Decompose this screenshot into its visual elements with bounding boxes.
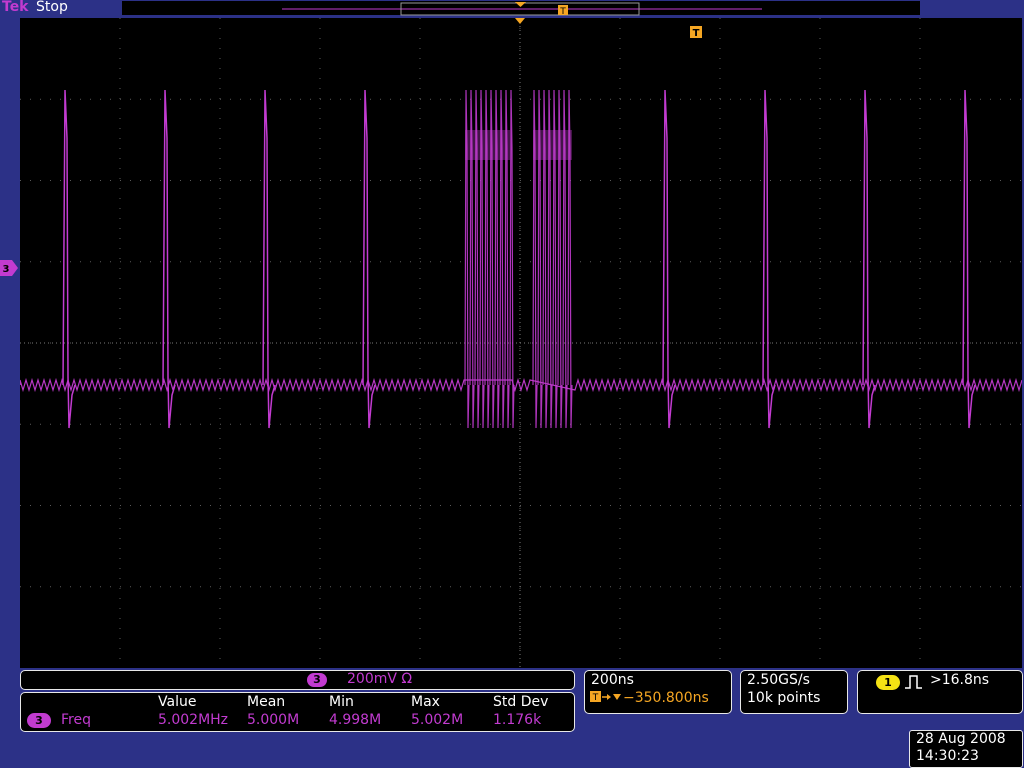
trigger-delay-icon: T <box>590 691 621 703</box>
trigger-delay-readout: T −350.800ns <box>589 690 709 706</box>
channel-badge: 3 <box>307 673 327 687</box>
svg-text:T: T <box>592 693 599 703</box>
timebase-readout[interactable]: 200ns T −350.800ns <box>584 670 732 714</box>
channel-scale-text: 200mV Ω <box>347 671 413 687</box>
waveform-pulse <box>962 89 976 429</box>
time: 14:30:23 <box>916 748 979 764</box>
waveform-graticule: T <box>20 18 1022 668</box>
channel-scale-readout[interactable]: 3 200mV Ω <box>20 670 575 690</box>
waveform-pulse <box>662 89 676 429</box>
waveform-screen[interactable]: T <box>20 18 1022 668</box>
run-state: Stop <box>36 0 68 15</box>
measurement-mean: 5.000M <box>247 712 300 728</box>
date: 28 Aug 2008 <box>916 731 1006 747</box>
column-header-value: Value <box>158 694 197 710</box>
measurement-table[interactable]: 3 Freq Value Mean Min Max Std Dev 5.002M… <box>20 692 575 732</box>
column-header-std-dev: Std Dev <box>493 694 549 710</box>
brand-logo: Tek <box>2 0 29 15</box>
waveform-pulse <box>762 89 776 429</box>
trigger-marker-label: T <box>693 28 700 39</box>
record-length: 10k points <box>747 690 821 706</box>
waveform-pulse <box>262 89 276 429</box>
waveform-pulse <box>862 89 876 429</box>
measurement-max: 5.002M <box>411 712 464 728</box>
waveform-burst-envelope <box>533 130 572 160</box>
trigger-source-badge: 1 <box>876 675 900 690</box>
waveform-pulse <box>62 89 76 429</box>
waveform-burst-envelope <box>465 130 510 160</box>
svg-text:3: 3 <box>3 264 10 275</box>
trigger-condition: >16.8ns <box>930 672 990 688</box>
measurement-channel-badge: 3 <box>27 713 51 728</box>
acquisition-readout[interactable]: 2.50GS/s 10k points <box>740 670 848 714</box>
column-header-mean: Mean <box>247 694 286 710</box>
column-header-max: Max <box>411 694 440 710</box>
svg-text:T: T <box>559 7 566 16</box>
measurement-name: Freq <box>61 712 91 728</box>
waveform-baseline <box>20 377 1022 393</box>
measurement-std-dev: 1.176k <box>493 712 542 728</box>
pulse-width-trigger-icon <box>904 674 924 694</box>
record-view: T <box>122 1 920 17</box>
channel-3-offset-marker[interactable]: 3 <box>0 260 18 276</box>
trigger-position-icon <box>515 2 526 7</box>
timebase-scale: 200ns <box>591 672 634 688</box>
trigger-readout[interactable]: 1 >16.8ns <box>857 670 1023 714</box>
date-time-readout: 28 Aug 2008 14:30:23 <box>909 730 1023 768</box>
waveform-pulse <box>362 89 376 429</box>
trigger-delay-value: −350.800ns <box>623 690 709 706</box>
trigger-position-icon <box>515 18 525 24</box>
column-header-min: Min <box>329 694 354 710</box>
measurement-value: 5.002MHz <box>158 712 229 728</box>
record-view-graphic: T <box>282 2 762 17</box>
waveform-pulse <box>162 89 176 429</box>
waveform-burst <box>509 89 515 429</box>
status-bar: Tek Stop T <box>0 0 1024 17</box>
sample-rate: 2.50GS/s <box>747 672 810 688</box>
measurement-min: 4.998M <box>329 712 382 728</box>
